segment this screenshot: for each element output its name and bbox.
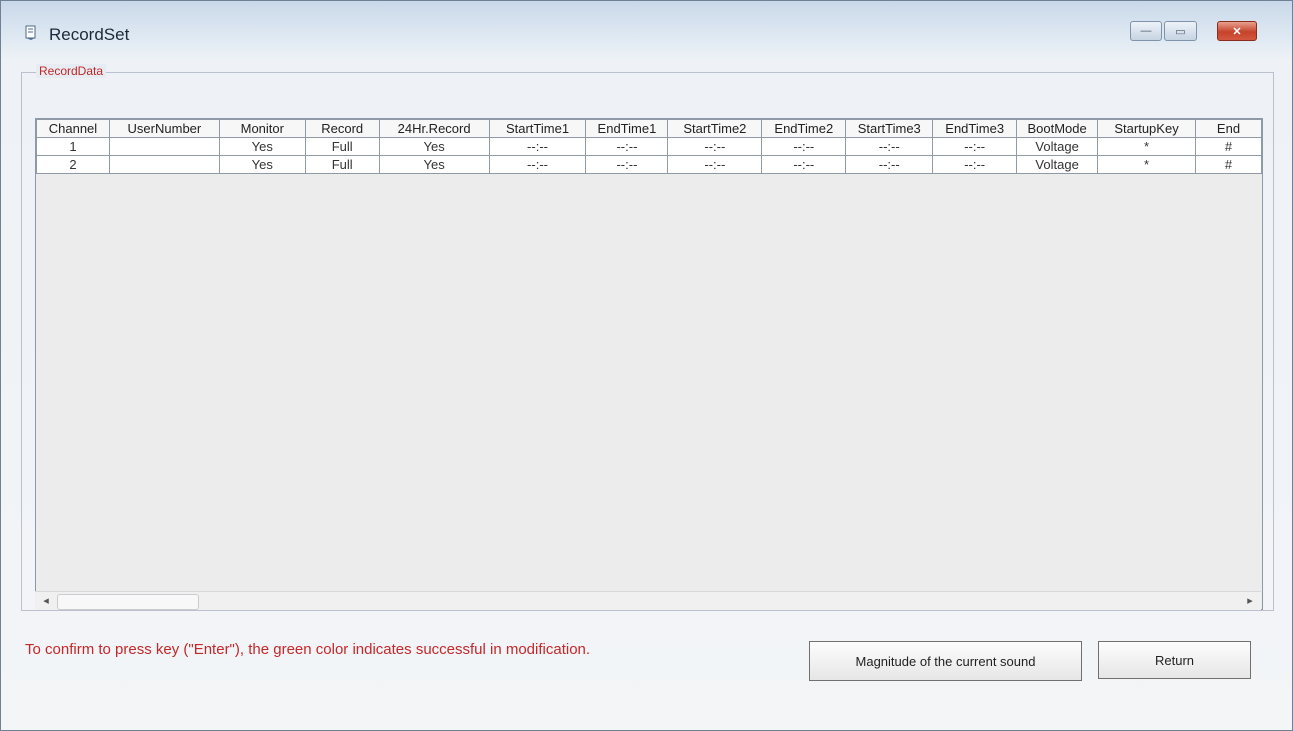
magnitude-current-sound-button[interactable]: Magnitude of the current sound xyxy=(809,641,1082,681)
close-button[interactable]: ✕ xyxy=(1217,21,1257,41)
table-cell[interactable] xyxy=(108,155,220,174)
table-row: 2 Yes Full Yes --:-- --:-- --:-- --:-- -… xyxy=(36,155,1262,174)
scroll-left-icon[interactable]: ◂ xyxy=(39,593,53,609)
table-cell[interactable]: --:-- xyxy=(488,155,587,174)
return-button[interactable]: Return xyxy=(1098,641,1251,679)
table-cell[interactable]: --:-- xyxy=(667,137,763,156)
table-cell[interactable]: --:-- xyxy=(585,137,669,156)
table-cell[interactable]: Yes xyxy=(378,155,490,174)
table-cell[interactable]: --:-- xyxy=(761,137,847,156)
table-cell[interactable]: --:-- xyxy=(845,137,934,156)
table-cell[interactable]: Yes xyxy=(218,155,306,174)
table-cell[interactable]: 1 xyxy=(36,137,110,156)
table-cell[interactable]: --:-- xyxy=(585,155,669,174)
app-icon xyxy=(25,25,36,40)
table-cell[interactable]: --:-- xyxy=(845,155,934,174)
table-cell[interactable]: --:-- xyxy=(932,155,1018,174)
scroll-right-icon[interactable]: ▸ xyxy=(1243,593,1257,609)
column-header-end[interactable]: End xyxy=(1195,119,1262,138)
horizontal-scrollbar[interactable]: ◂ ▸ xyxy=(35,591,1261,610)
table-cell[interactable]: Full xyxy=(304,137,380,156)
table-cell[interactable] xyxy=(108,137,220,156)
table-row: 1 Yes Full Yes --:-- --:-- --:-- --:-- -… xyxy=(36,137,1262,156)
column-header-starttime1[interactable]: StartTime1 xyxy=(488,119,587,138)
close-icon: ✕ xyxy=(1232,25,1242,38)
table-cell[interactable]: Voltage xyxy=(1016,137,1099,156)
table-cell[interactable]: --:-- xyxy=(932,137,1018,156)
column-header-bootmode[interactable]: BootMode xyxy=(1016,119,1099,138)
maximize-button[interactable]: ▭ xyxy=(1164,21,1197,41)
table-cell[interactable]: Yes xyxy=(378,137,490,156)
column-header-24hr-record[interactable]: 24Hr.Record xyxy=(378,119,490,138)
record-table: Channel UserNumber Monitor Record 24Hr.R… xyxy=(36,119,1262,174)
table-cell[interactable]: * xyxy=(1097,137,1196,156)
recordset-window: RecordSet — ▭ ✕ RecordData Channel UserN… xyxy=(0,0,1293,731)
table-cell[interactable]: Full xyxy=(304,155,380,174)
table-cell[interactable]: --:-- xyxy=(761,155,847,174)
table-cell[interactable]: --:-- xyxy=(488,137,587,156)
table-cell[interactable]: Voltage xyxy=(1016,155,1099,174)
scrollbar-thumb[interactable] xyxy=(57,594,199,610)
group-title: RecordData xyxy=(36,64,107,78)
column-header-starttime3[interactable]: StartTime3 xyxy=(845,119,934,138)
column-header-endtime3[interactable]: EndTime3 xyxy=(932,119,1018,138)
minimize-button[interactable]: — xyxy=(1130,21,1162,41)
column-header-usernumber[interactable]: UserNumber xyxy=(108,119,220,138)
column-header-startupkey[interactable]: StartupKey xyxy=(1097,119,1196,138)
column-header-starttime2[interactable]: StartTime2 xyxy=(667,119,763,138)
column-header-endtime2[interactable]: EndTime2 xyxy=(761,119,847,138)
window-title: RecordSet xyxy=(49,25,130,44)
column-header-channel[interactable]: Channel xyxy=(36,119,110,138)
table-cell[interactable]: # xyxy=(1195,137,1262,156)
record-data-grid[interactable]: Channel UserNumber Monitor Record 24Hr.R… xyxy=(35,118,1263,610)
column-header-record[interactable]: Record xyxy=(304,119,380,138)
title-bar: RecordSet — ▭ ✕ xyxy=(1,1,1292,44)
column-header-monitor[interactable]: Monitor xyxy=(218,119,306,138)
table-cell[interactable]: * xyxy=(1097,155,1196,174)
table-cell[interactable]: # xyxy=(1195,155,1262,174)
table-cell[interactable]: Yes xyxy=(218,137,306,156)
minimize-icon: — xyxy=(1140,25,1152,37)
header-row: Channel UserNumber Monitor Record 24Hr.R… xyxy=(36,119,1262,138)
table-cell[interactable]: --:-- xyxy=(667,155,763,174)
column-header-endtime1[interactable]: EndTime1 xyxy=(585,119,669,138)
table-cell[interactable]: 2 xyxy=(36,155,110,174)
maximize-icon: ▭ xyxy=(1175,25,1186,38)
confirm-hint-text: To confirm to press key ("Enter"), the g… xyxy=(25,641,591,658)
